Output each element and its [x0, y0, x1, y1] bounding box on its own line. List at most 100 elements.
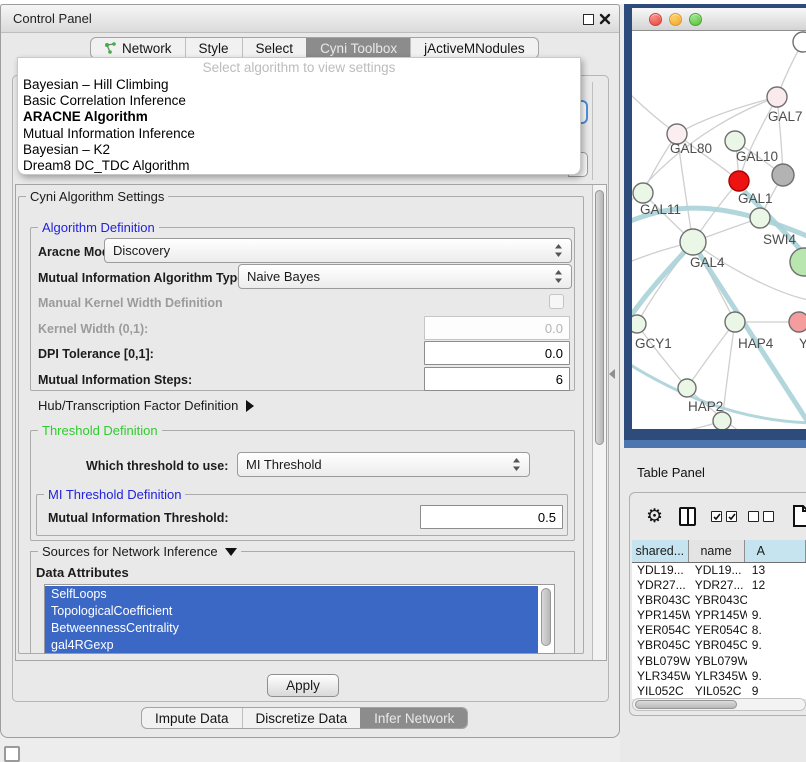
network-node[interactable]	[633, 183, 653, 203]
minimize-traffic-light-icon[interactable]	[669, 13, 682, 26]
table-hscrollbar-thumb[interactable]	[635, 700, 737, 709]
algorithm-option-basic-correlation-inference[interactable]: Basic Correlation Inference	[18, 93, 580, 109]
mi-type-label: Mutual Information Algorithm Type:	[38, 271, 248, 285]
attr-list-scrollbar[interactable]	[538, 586, 555, 654]
hub-definition-label: Hub/Transcription Factor Definition	[38, 398, 238, 413]
algorithm-option-aracne-algorithm[interactable]: ARACNE Algorithm	[18, 109, 580, 125]
mi-type-select[interactable]: Naive Bayes	[238, 264, 572, 289]
zoom-traffic-light-icon[interactable]	[689, 13, 702, 26]
table-row[interactable]: YER054CYER054C8.	[632, 623, 806, 638]
network-node[interactable]	[750, 208, 770, 228]
algorithm-option-dream8-dc-tdc-algorithm[interactable]: Dream8 DC_TDC Algorithm	[18, 158, 580, 174]
node-label-hap4: HAP4	[738, 336, 774, 351]
tab-discretize-data[interactable]: Discretize Data	[242, 708, 361, 728]
node-label-swi4: SWI4	[763, 232, 796, 247]
table-hscrollbar[interactable]	[632, 698, 806, 711]
hub-definition-toggle[interactable]: Hub/Transcription Factor Definition	[38, 398, 254, 413]
minimized-panel-icon[interactable]	[4, 746, 20, 762]
which-threshold-select[interactable]: MI Threshold	[237, 452, 530, 477]
network-node[interactable]	[772, 164, 794, 186]
table-rows: YDL19...YDL19...13YDR27...YDR27...12YBR0…	[632, 563, 806, 699]
table-row[interactable]: YDR27...YDR27...12	[632, 578, 806, 593]
close-traffic-light-icon[interactable]	[649, 13, 662, 26]
data-attributes-list[interactable]: SelfLoopsTopologicalCoefficientBetweenne…	[44, 584, 555, 654]
attribute-item-betweennesscentrality[interactable]: BetweennessCentrality	[45, 620, 543, 637]
table-cell: YBR043C	[690, 593, 747, 608]
dpi-tolerance-input[interactable]	[424, 341, 570, 365]
deselect-all-checkboxes-icon[interactable]	[748, 511, 774, 522]
new-table-icon[interactable]	[792, 505, 806, 528]
select-all-checkboxes-icon[interactable]	[711, 511, 737, 522]
dpi-tolerance-label: DPI Tolerance [0,1]:	[38, 347, 154, 361]
main-tab-bar: NetworkStyleSelectCyni ToolboxjActiveMNo…	[90, 37, 539, 59]
close-icon[interactable]	[599, 13, 611, 25]
table-panel-title: Table Panel	[637, 465, 705, 480]
splitter-handle-icon[interactable]	[609, 369, 615, 379]
table-row[interactable]: YBR045CYBR045C9.	[632, 638, 806, 653]
tab-infer-network[interactable]: Infer Network	[360, 708, 467, 728]
node-label-gal80: GAL80	[670, 141, 712, 156]
tab-label: Infer Network	[374, 711, 454, 726]
algorithm-option-mutual-information-inference[interactable]: Mutual Information Inference	[18, 126, 580, 142]
network-canvas[interactable]: GAL7GAL80GAL10GAL1GAL11SWI4GAL4GCY1HAP4Y…	[632, 31, 806, 429]
table-cell: YDL19...	[632, 563, 690, 578]
settings-scrollbar[interactable]	[592, 185, 606, 660]
settings-scrollbar-thumb[interactable]	[595, 190, 604, 445]
network-edge[interactable]	[632, 421, 722, 429]
tab-jactivemnodules[interactable]: jActiveMNodules	[410, 38, 538, 58]
attribute-item-gal4rgexp[interactable]: gal4RGexp	[45, 637, 543, 654]
sources-group-title: Sources for Network Inference	[42, 544, 218, 559]
table-row[interactable]: YPR145WYPR145W9.	[632, 608, 806, 623]
attribute-item-topologicalcoefficient[interactable]: TopologicalCoefficient	[45, 603, 543, 620]
table-row[interactable]: YBR043CYBR043C	[632, 593, 806, 608]
network-node[interactable]	[725, 131, 745, 151]
network-node[interactable]	[729, 171, 749, 191]
network-node[interactable]	[725, 312, 745, 332]
node-label-y: Y	[799, 336, 806, 351]
network-node[interactable]	[793, 32, 806, 52]
table-row[interactable]: YIL052CYIL052C9	[632, 684, 806, 699]
which-threshold-label: Which threshold to use:	[86, 459, 228, 473]
attr-list-scrollbar-thumb[interactable]	[541, 588, 551, 646]
gear-icon[interactable]: ⚙	[646, 507, 663, 526]
tab-style[interactable]: Style	[185, 38, 242, 58]
table-cell: YLR345W	[632, 669, 690, 684]
column-header-a[interactable]: A	[745, 540, 806, 562]
tab-label: Discretize Data	[256, 711, 348, 726]
columns-icon[interactable]	[679, 507, 696, 526]
network-node[interactable]	[678, 379, 696, 397]
table-row[interactable]: YDL19...YDL19...13	[632, 563, 806, 578]
algorithm-dropdown-list: Bayesian – Hill ClimbingBasic Correlatio…	[18, 77, 580, 174]
apply-button[interactable]: Apply	[267, 674, 339, 697]
table-row[interactable]: YLR345WYLR345W9.	[632, 669, 806, 684]
tab-impute-data[interactable]: Impute Data	[142, 708, 242, 728]
algorithm-option-bayesian-hill-climbing[interactable]: Bayesian – Hill Climbing	[18, 77, 580, 93]
network-node[interactable]	[767, 87, 787, 107]
table-cell: YIL052C	[632, 684, 690, 699]
sources-group-title-row[interactable]: Sources for Network Inference	[38, 544, 241, 559]
network-node[interactable]	[680, 229, 706, 255]
network-edge[interactable]	[637, 324, 687, 388]
column-header-shared[interactable]: shared...	[632, 540, 689, 562]
tab-select[interactable]: Select	[242, 38, 307, 58]
mi-threshold-input[interactable]	[420, 505, 563, 529]
mi-steps-input[interactable]	[424, 367, 570, 391]
aracne-mode-select[interactable]: Discovery	[104, 238, 572, 263]
column-header-name[interactable]: name	[689, 540, 745, 562]
manual-kernel-checkbox[interactable]	[549, 294, 564, 309]
network-node[interactable]	[713, 412, 731, 429]
float-window-icon[interactable]	[583, 14, 594, 25]
combo-stepper-icon	[554, 244, 563, 257]
network-node[interactable]	[632, 315, 646, 333]
network-graph: GAL7GAL80GAL10GAL1GAL11SWI4GAL4GCY1HAP4Y…	[632, 31, 806, 429]
combo-stepper-icon	[512, 458, 521, 471]
node-table: shared...nameA YDL19...YDL19...13YDR27..…	[632, 540, 806, 711]
network-window-titlebar[interactable]	[632, 8, 806, 31]
attribute-item-selfloops[interactable]: SelfLoops	[45, 586, 543, 603]
network-node[interactable]	[790, 248, 806, 276]
tab-cyni-toolbox[interactable]: Cyni Toolbox	[306, 38, 410, 58]
network-node[interactable]	[789, 312, 806, 332]
tab-network[interactable]: Network	[91, 38, 185, 58]
table-row[interactable]: YBL079WYBL079W	[632, 654, 806, 669]
algorithm-option-bayesian-k2[interactable]: Bayesian – K2	[18, 142, 580, 158]
